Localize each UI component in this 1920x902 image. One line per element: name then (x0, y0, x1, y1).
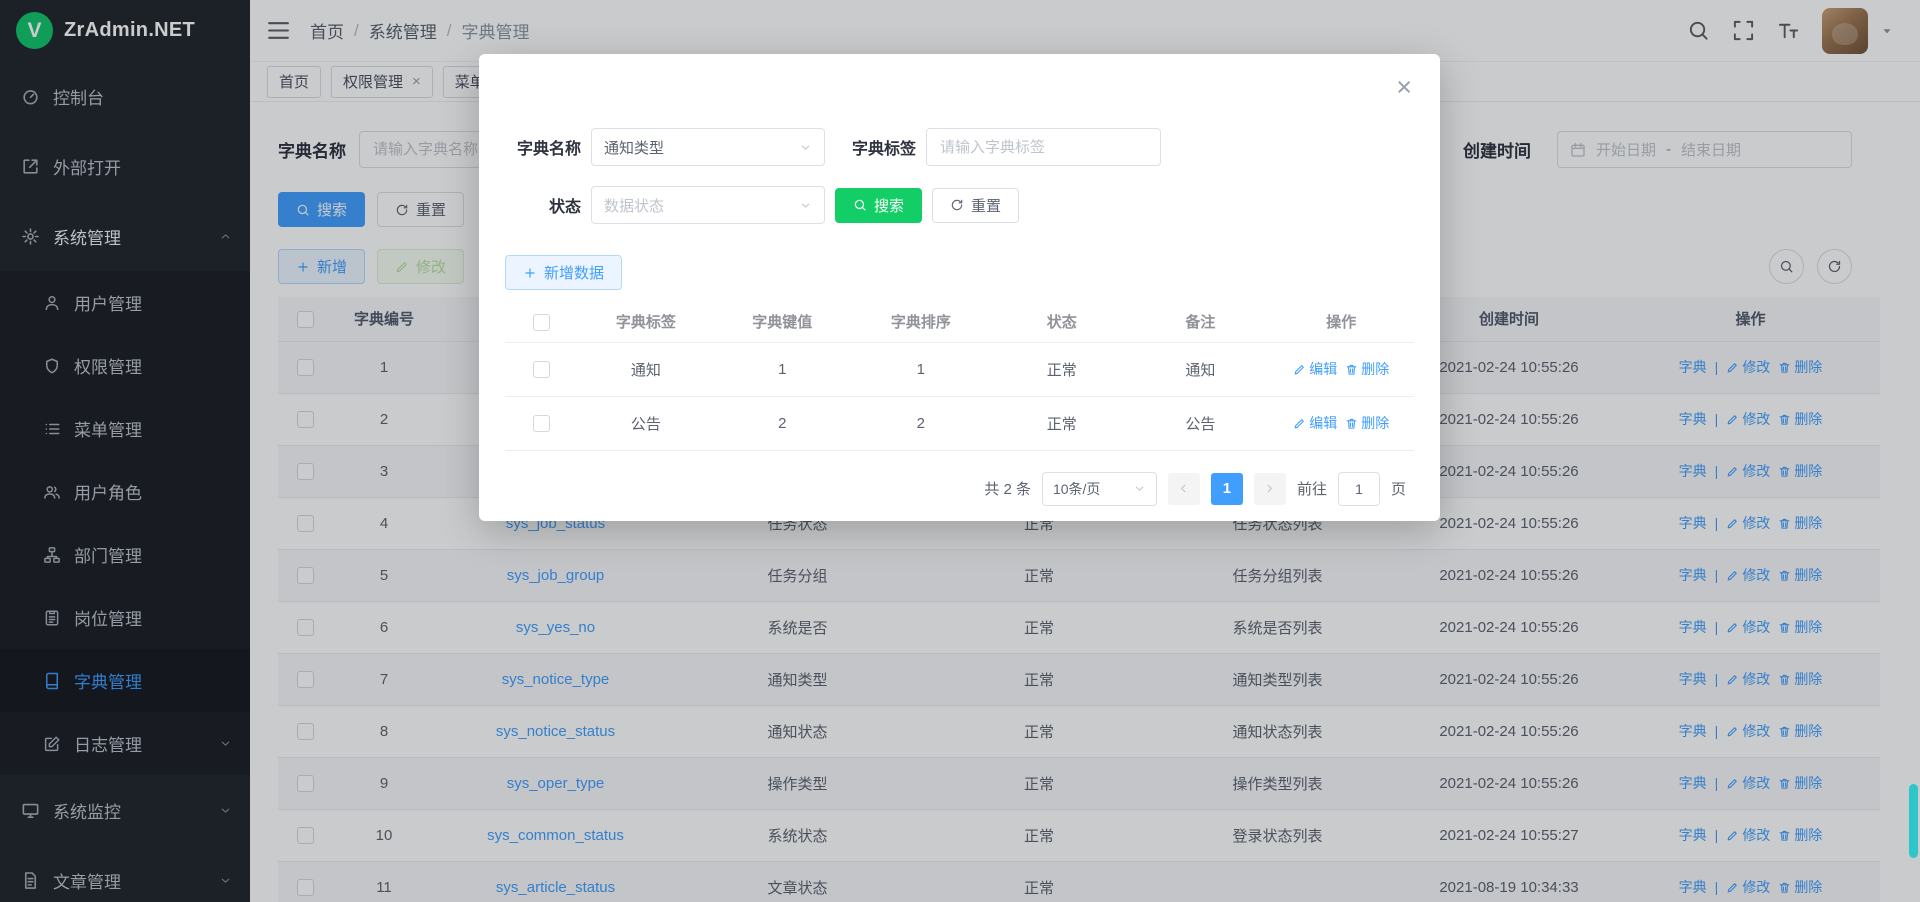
dialog-form-row: 字典名称 通知类型 字典标签 (505, 128, 1414, 166)
dialog-form-row: 状态 数据状态 搜索 重置 (505, 186, 1414, 224)
search-icon (853, 198, 867, 212)
chevron-down-icon (799, 141, 812, 154)
cell-dict-sort: 1 (850, 342, 991, 396)
dialog-status-label: 状态 (505, 193, 581, 217)
delete-link[interactable]: 删除 (1345, 359, 1389, 379)
dialog-filter-form: 字典名称 通知类型 字典标签 状态 数据状态 搜索 重置 (479, 54, 1440, 224)
next-page-button[interactable] (1254, 473, 1286, 505)
pagination-total: 共 2 条 (984, 478, 1031, 499)
select-all-checkbox[interactable] (533, 314, 550, 331)
col-header-dict-value: 字典键值 (714, 302, 850, 342)
col-header-dict-label: 字典标签 (578, 302, 714, 342)
chevron-down-icon (799, 199, 812, 212)
edit-link[interactable]: 编辑 (1293, 413, 1337, 433)
chevron-left-icon (1177, 482, 1190, 495)
dialog-reset-button[interactable]: 重置 (932, 188, 1019, 223)
dialog-toolbar: 新增数据 (479, 244, 1440, 302)
col-header-ops: 操作 (1269, 302, 1414, 342)
chevron-right-icon (1263, 482, 1276, 495)
dialog-table-header-row: 字典标签 字典键值 字典排序 状态 备注 操作 (505, 302, 1414, 342)
trash-icon (1345, 417, 1358, 430)
plus-icon (523, 266, 537, 280)
cell-remark: 公告 (1132, 396, 1268, 450)
page-unit-label: 页 (1391, 478, 1406, 499)
edit-icon (1293, 363, 1306, 376)
dict-label-input[interactable] (926, 128, 1161, 166)
refresh-icon (950, 198, 964, 212)
dialog-pagination: 共 2 条 10条/页 1 前往 页 (479, 451, 1440, 506)
current-page-button[interactable]: 1 (1211, 473, 1243, 505)
cell-dict-label: 通知 (578, 342, 714, 396)
dict-data-dialog: × 字典名称 通知类型 字典标签 状态 数据状态 搜索 重置 (479, 54, 1440, 521)
row-checkbox[interactable] (533, 415, 550, 432)
prev-page-button[interactable] (1168, 473, 1200, 505)
dialog-table-row: 公告 2 2 正常 公告 编辑 删除 (505, 396, 1414, 450)
cell-dict-value: 1 (714, 342, 850, 396)
row-checkbox[interactable] (533, 361, 550, 378)
dict-data-table: 字典标签 字典键值 字典排序 状态 备注 操作 通知 1 1 正常 通知 (505, 302, 1414, 451)
edit-icon (1293, 417, 1306, 430)
cell-remark: 通知 (1132, 342, 1268, 396)
add-data-button[interactable]: 新增数据 (505, 255, 622, 290)
cell-status: 正常 (991, 396, 1132, 450)
goto-label: 前往 (1297, 478, 1327, 499)
trash-icon (1345, 363, 1358, 376)
dialog-search-button[interactable]: 搜索 (835, 188, 922, 223)
cell-dict-label: 公告 (578, 396, 714, 450)
chevron-down-icon (1133, 482, 1146, 495)
delete-link[interactable]: 删除 (1345, 413, 1389, 433)
dialog-table-row: 通知 1 1 正常 通知 编辑 删除 (505, 342, 1414, 396)
status-select[interactable]: 数据状态 (591, 186, 825, 224)
scrollbar-thumb[interactable] (1909, 784, 1918, 858)
close-icon[interactable]: × (1396, 74, 1412, 101)
cell-status: 正常 (991, 342, 1132, 396)
cell-dict-value: 2 (714, 396, 850, 450)
edit-link[interactable]: 编辑 (1293, 359, 1337, 379)
dict-name-select[interactable]: 通知类型 (591, 128, 825, 166)
row-actions: 编辑 删除 (1269, 413, 1414, 433)
page-size-select[interactable]: 10条/页 (1042, 472, 1157, 506)
col-header-dict-sort: 字典排序 (850, 302, 991, 342)
goto-page-input[interactable] (1338, 472, 1380, 506)
cell-dict-sort: 2 (850, 396, 991, 450)
col-header-remark: 备注 (1132, 302, 1268, 342)
dialog-dict-name-label: 字典名称 (505, 135, 581, 159)
row-actions: 编辑 删除 (1269, 359, 1414, 379)
dialog-dict-label-label: 字典标签 (846, 135, 916, 159)
col-header-status: 状态 (991, 302, 1132, 342)
